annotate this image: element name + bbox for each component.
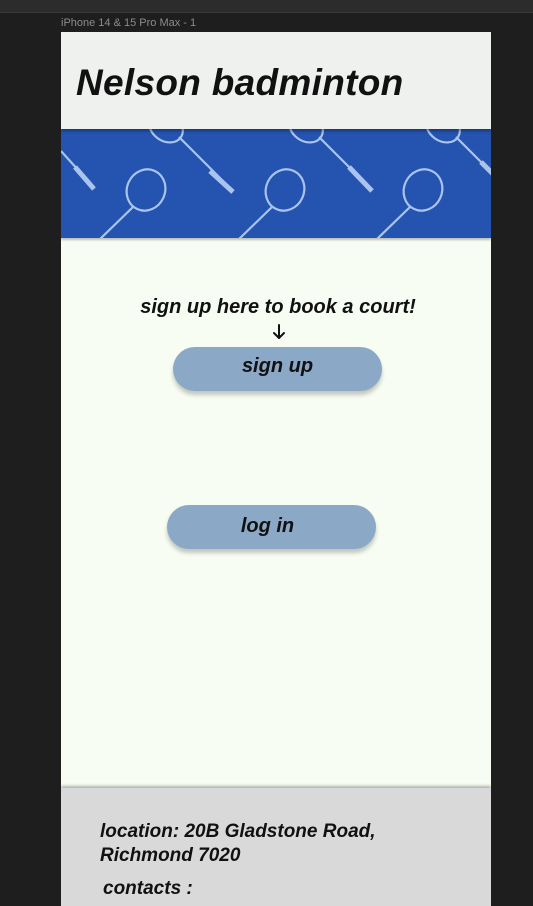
badminton-racket-pattern-icon [61, 129, 491, 238]
location-line-2: Richmond 7020 [100, 845, 241, 866]
contacts-label: contacts : [103, 878, 193, 899]
signup-tagline: sign up here to book a court! [140, 296, 416, 318]
sign-up-button-label: sign up [241, 354, 314, 377]
racket-icon [99, 168, 167, 238]
frame-label[interactable]: iPhone 14 & 15 Pro Max - 1 [61, 17, 196, 29]
app-title: Nelson badminton [76, 62, 404, 103]
sign-up-button[interactable]: sign up [173, 347, 382, 391]
racket-icon [148, 129, 235, 194]
racket-icon [376, 168, 444, 238]
footer: location: 20B Gladstone Road, Richmond 7… [61, 788, 491, 906]
location-line-1: location: 20B Gladstone Road, [100, 821, 376, 842]
racket-icon [425, 129, 491, 176]
badminton-banner [61, 129, 491, 238]
log-in-button-label: log in [240, 514, 295, 537]
editor-toolbar [0, 0, 533, 13]
racket-icon [238, 168, 306, 238]
app-header: Nelson badminton [61, 32, 491, 129]
log-in-button[interactable]: log in [167, 505, 376, 549]
phone-frame: Nelson badminton sign up here to book a … [61, 32, 491, 906]
arrow-down-icon [273, 324, 285, 339]
racket-icon [288, 129, 374, 193]
